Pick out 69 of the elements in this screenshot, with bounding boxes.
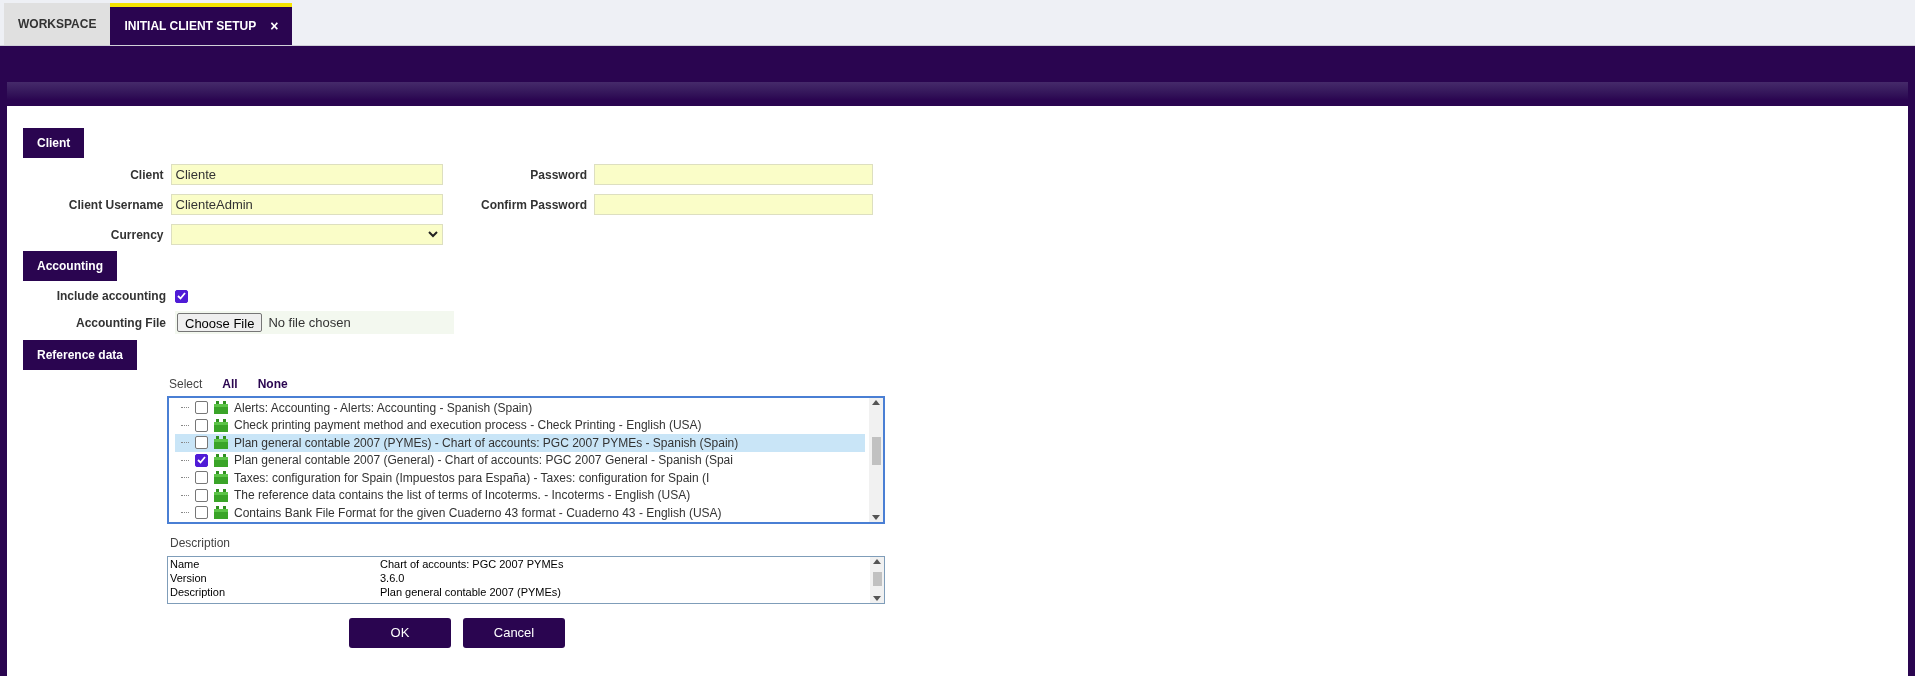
scrollbar-thumb[interactable] [872, 572, 882, 586]
scroll-up-arrow-icon[interactable] [872, 400, 880, 405]
tree-item[interactable]: Contains Bank File Format for the given Cuaderno 43 format - Cuaderno 43 - English (USA) [175, 504, 865, 522]
field-label: Include accounting [55, 288, 166, 305]
tree-item[interactable]: Check printing payment method and execution process - Check Printing - English (USA) [175, 416, 865, 434]
description-label: Description [169, 535, 232, 552]
password-field[interactable] [594, 194, 873, 215]
package-icon [214, 471, 228, 485]
dialog-button[interactable]: Cancel [463, 618, 565, 648]
field-label: Accounting File [75, 314, 166, 332]
choose-file-button[interactable]: Choose File [177, 313, 263, 332]
checkbox[interactable] [195, 401, 208, 415]
property-value: Chart of accounts: PGC 2007 PYMEs [380, 556, 564, 572]
field-label: Password [529, 166, 587, 184]
package-icon [214, 418, 228, 432]
chevron-down-icon [428, 231, 438, 238]
tree-item[interactable]: Alerts: Accounting - Alerts: Accounting - Spanish (Spain) [175, 399, 865, 417]
property-value: 3.6.0 [380, 570, 405, 586]
text-field[interactable]: Cliente [170, 164, 443, 185]
package-icon [214, 506, 228, 520]
tab[interactable]: WORKSPACE [4, 3, 111, 45]
property-name: Name [170, 556, 201, 572]
item-label: The reference data contains the list of terms of Incoterms. - Incoterms - English (USA) [234, 487, 691, 505]
scrollbar-thumb[interactable] [871, 437, 881, 465]
scroll-down-arrow-icon[interactable] [873, 596, 881, 601]
package-icon [214, 436, 228, 450]
text-field[interactable]: ClienteAdmin [170, 194, 443, 215]
checkbox[interactable] [195, 436, 208, 450]
checkbox[interactable] [195, 471, 208, 485]
scroll-down-arrow-icon[interactable] [872, 515, 880, 520]
field-label: Client Username [67, 196, 164, 214]
item-label: Taxes: configuration for Spain (Impuestos para España) - Taxes: configuration for Spain (I [234, 469, 710, 487]
field-label: Currency [109, 226, 164, 244]
section-heading: Reference data [23, 340, 138, 370]
checkbox[interactable] [195, 506, 208, 520]
dialog-button[interactable]: OK [349, 618, 451, 648]
tab[interactable]: INITIAL CLIENT SETUP × [110, 3, 293, 45]
package-icon [214, 453, 228, 467]
field-label: Confirm Password [479, 196, 587, 214]
package-icon [214, 401, 228, 415]
checkbox[interactable] [175, 289, 188, 303]
password-field[interactable] [594, 164, 873, 185]
item-label: Plan general contable 2007 (General) - Chart of accounts: PGC 2007 General - Spanish (Spai [234, 452, 733, 470]
field-label: Client [129, 166, 164, 184]
file-status: No file chosen [268, 313, 351, 332]
close-icon[interactable]: × [270, 15, 279, 37]
package-icon [214, 488, 228, 502]
item-label: Check printing payment method and execution process - Check Printing - English (USA) [234, 417, 702, 435]
checkbox[interactable] [195, 418, 208, 432]
property-name: Description [170, 584, 227, 600]
section-heading: Client [23, 128, 85, 158]
scrollbar[interactable] [869, 398, 883, 522]
scroll-up-arrow-icon[interactable] [873, 559, 881, 564]
property-name: Version [170, 570, 208, 586]
select-label: Select [169, 376, 203, 393]
scrollbar[interactable] [870, 557, 884, 603]
select-link[interactable]: All [222, 375, 238, 393]
tree-item[interactable]: The reference data contains the list of terms of Incoterms. - Incoterms - English (USA) [175, 486, 865, 504]
tree-item[interactable]: Plan general contable 2007 (General) - Chart of accounts: PGC 2007 General - Spanish (Spai [175, 451, 865, 469]
item-label: Alerts: Accounting - Alerts: Accounting - Spanish (Spain) [234, 399, 533, 417]
checkbox[interactable] [195, 453, 208, 467]
checkbox[interactable] [195, 488, 208, 502]
section-heading: Accounting [23, 251, 117, 281]
tree-item[interactable]: Plan general contable 2007 (PYMEs) - Chart of accounts: PGC 2007 PYMEs - Spanish (Spain) [175, 434, 865, 452]
tree-item[interactable]: Taxes: configuration for Spain (Impuestos para España) - Taxes: configuration for Spain (I [175, 469, 865, 487]
item-label: Plan general contable 2007 (PYMEs) - Chart of accounts: PGC 2007 PYMEs - Spanish (Spain) [234, 434, 739, 452]
select-link[interactable]: None [257, 375, 288, 393]
property-value: Plan general contable 2007 (PYMEs) [380, 584, 561, 600]
item-label: Contains Bank File Format for the given Cuaderno 43 format - Cuaderno 43 - English (USA) [234, 504, 722, 522]
